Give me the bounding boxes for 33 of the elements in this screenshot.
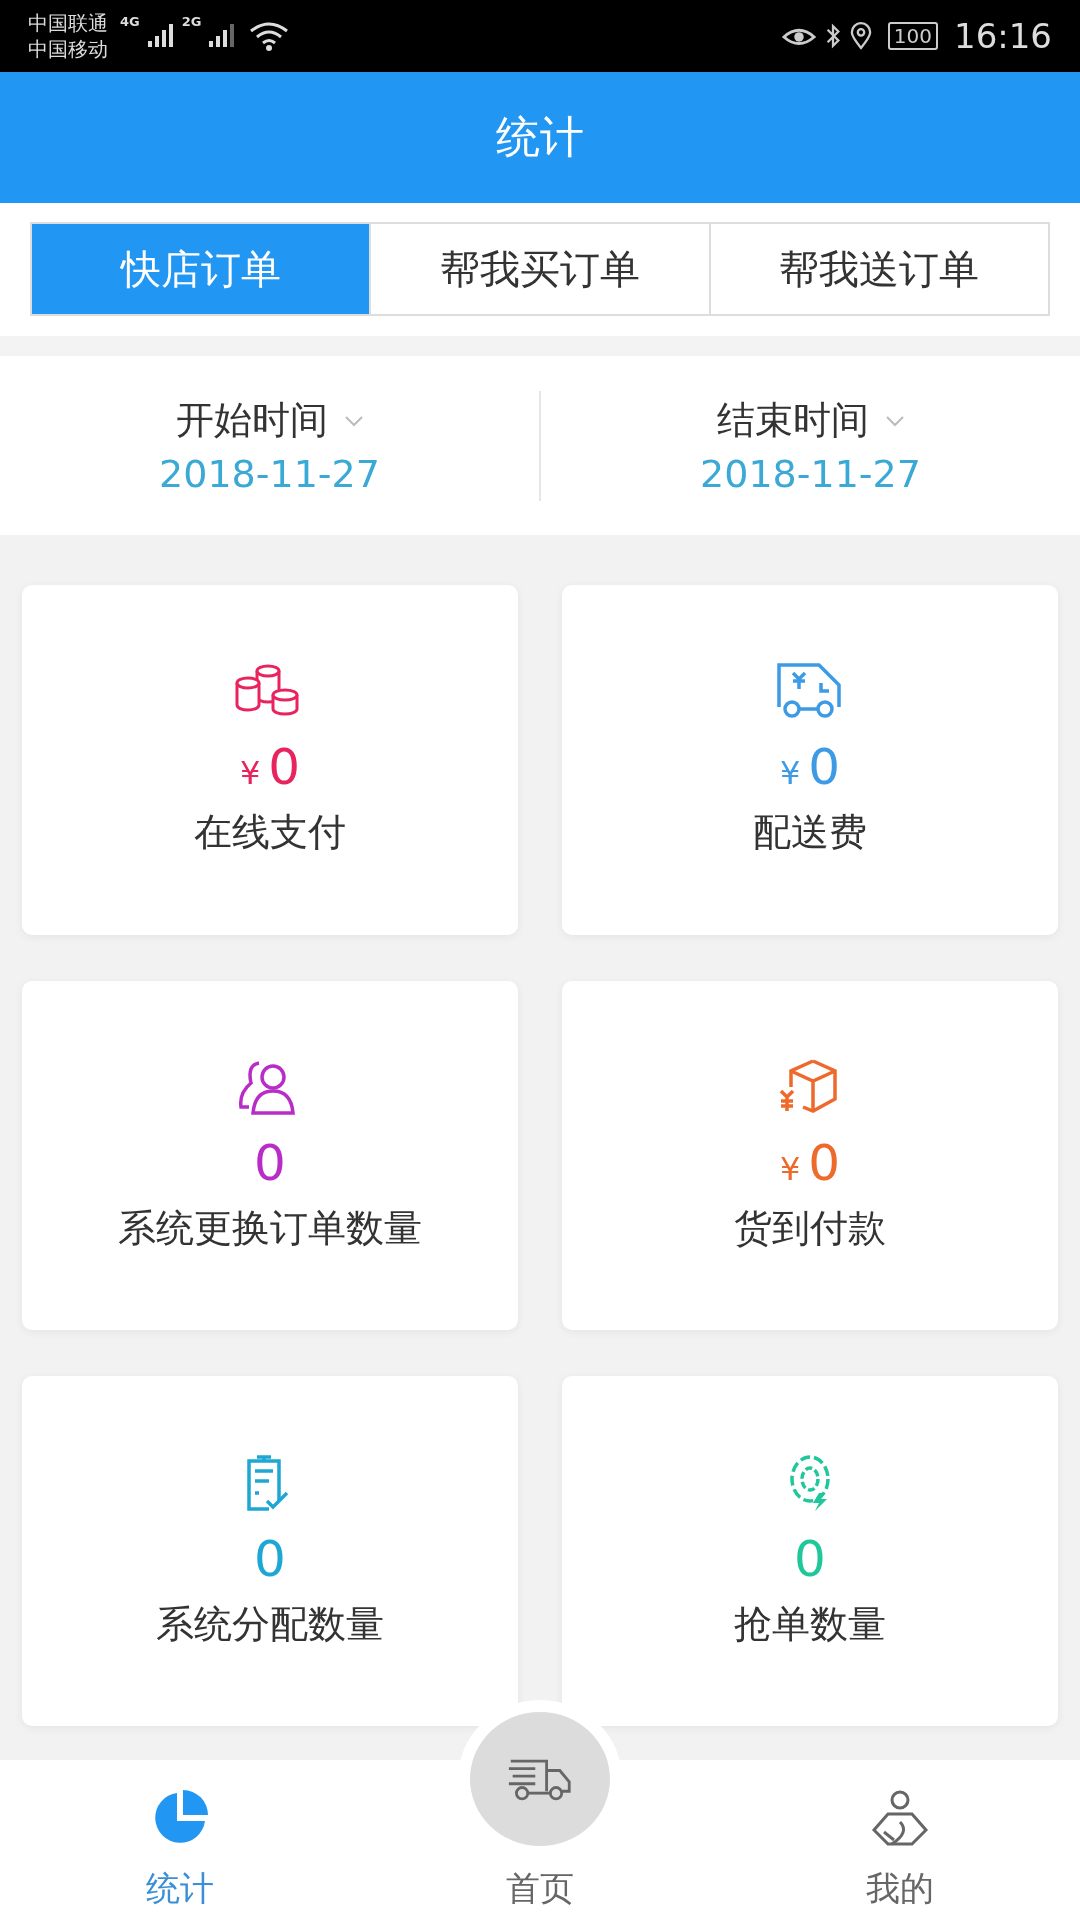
wifi-icon xyxy=(249,21,290,51)
carrier-name: 中国移动 xyxy=(28,36,108,62)
stat-label: 系统更换订单数量 xyxy=(118,1205,422,1252)
nav-label[interactable]: 我的 xyxy=(866,1866,934,1912)
currency-sign: ¥ xyxy=(779,1150,801,1188)
carrier-name: 中国联通 xyxy=(28,10,108,36)
user-icon[interactable] xyxy=(870,1788,930,1848)
signal-icon xyxy=(209,23,236,49)
date-label[interactable]: 结束时间 xyxy=(716,395,869,446)
date-label[interactable]: 开始时间 xyxy=(175,395,328,446)
page-title: 统计 xyxy=(496,110,584,164)
stat-value: 0 xyxy=(268,737,301,798)
location-icon xyxy=(849,21,872,51)
network-type: 4G xyxy=(120,14,140,29)
currency-sign: ¥ xyxy=(779,754,801,793)
battery-indicator: 100 xyxy=(887,22,938,50)
stat-label: 系统分配数量 xyxy=(156,1600,384,1648)
network-type: 2G xyxy=(181,14,202,29)
stat-label: 抢单数量 xyxy=(734,1600,886,1648)
order-type-tab[interactable]: 快店订单 xyxy=(32,224,370,314)
stat-label: 货到付款 xyxy=(734,1205,886,1252)
nav-label[interactable]: 统计 xyxy=(146,1866,214,1912)
stat-label: 在线支付 xyxy=(194,809,346,857)
stat-label: 配送费 xyxy=(753,809,867,857)
nav-label[interactable]: 首页 xyxy=(506,1866,574,1912)
stat-value: 0 xyxy=(808,1133,841,1193)
clock-time: 16:16 xyxy=(954,16,1052,56)
stat-value: 0 xyxy=(254,1528,286,1589)
currency-sign: ¥ xyxy=(239,754,261,793)
stat-value: 0 xyxy=(254,1133,286,1193)
stat-value: 0 xyxy=(808,737,841,798)
stat-value: 0 xyxy=(794,1528,826,1589)
signal-icon xyxy=(147,23,174,49)
